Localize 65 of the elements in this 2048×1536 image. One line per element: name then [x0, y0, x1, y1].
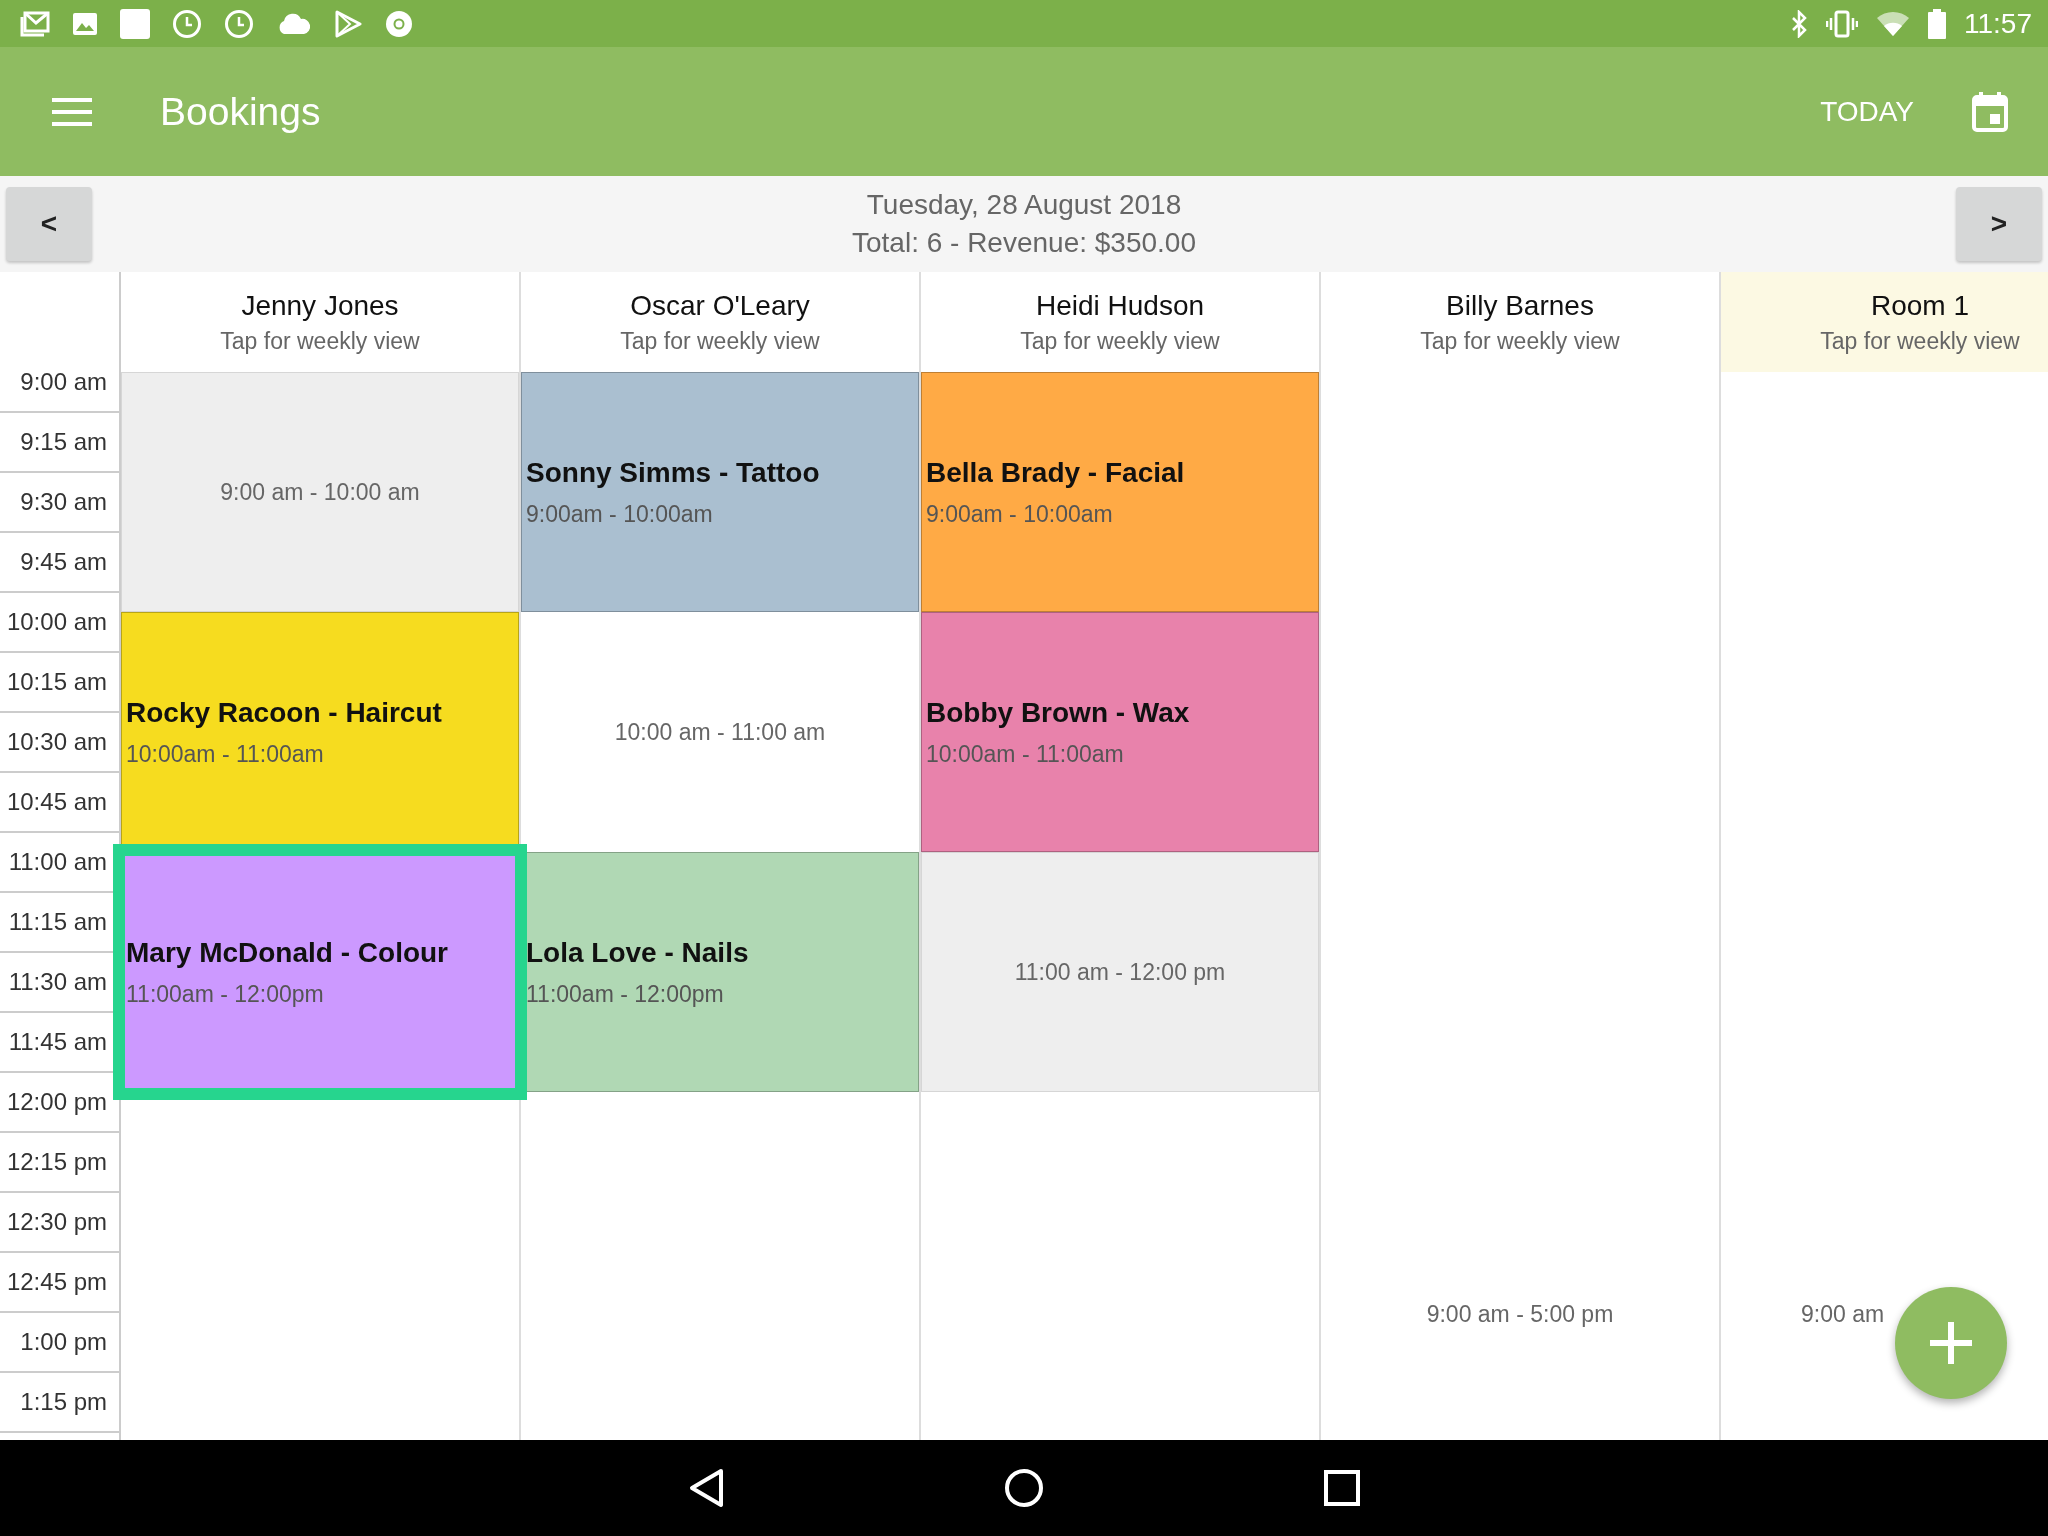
- next-day-button[interactable]: >: [1956, 187, 2042, 261]
- time-label: 12:45 pm: [0, 1253, 119, 1313]
- day-summary: Total: 6 - Revenue: $350.00: [852, 227, 1196, 259]
- time-label: 12:30 pm: [0, 1193, 119, 1253]
- column-name: Billy Barnes: [1446, 289, 1594, 322]
- slot-time: 10:00 am - 11:00 am: [614, 718, 826, 746]
- plus-icon: [1930, 1322, 1972, 1364]
- booking-time: 9:00am - 10:00am: [926, 500, 1113, 528]
- booking-time: 10:00am - 11:00am: [126, 740, 324, 768]
- time-label: 10:15 am: [0, 653, 119, 713]
- recents-icon[interactable]: [1324, 1470, 1360, 1506]
- booking-title: Sonny Simms - Tattoo: [526, 456, 820, 489]
- back-icon[interactable]: [688, 1468, 724, 1508]
- weekly-view-hint: Tap for weekly view: [1420, 327, 1620, 355]
- time-label: 9:00 am: [0, 353, 119, 413]
- booking-time: 11:00am - 12:00pm: [526, 980, 724, 1008]
- previous-day-button[interactable]: <: [6, 187, 92, 261]
- mail-icon: [20, 10, 50, 37]
- weekly-view-hint: Tap for weekly view: [620, 327, 820, 355]
- booking-title: Bobby Brown - Wax: [926, 696, 1190, 729]
- slot-time: 9:00 am - 10:00 am: [220, 478, 420, 506]
- weekly-view-hint: Tap for weekly view: [1820, 327, 2020, 355]
- booking-card[interactable]: Sonny Simms - Tattoo 9:00am - 10:00am: [521, 372, 919, 612]
- booking-title: Rocky Racoon - Haircut: [126, 696, 442, 729]
- column-name: Jenny Jones: [241, 289, 399, 322]
- free-slot[interactable]: 11:00 am - 12:00 pm: [921, 852, 1319, 1092]
- image-icon: [72, 11, 98, 36]
- wifi-icon: [1876, 10, 1910, 37]
- column-name: Heidi Hudson: [1035, 289, 1205, 322]
- slot-time: 9:00 am - 5:00 pm: [1426, 1300, 1614, 1328]
- time-label: 9:45 am: [0, 533, 119, 593]
- booking-card[interactable]: Bella Brady - Facial 9:00am - 10:00am: [921, 372, 1319, 612]
- time-label: 12:15 pm: [0, 1133, 119, 1193]
- weekly-view-hint: Tap for weekly view: [220, 327, 420, 355]
- bluetooth-icon: [1790, 9, 1808, 38]
- vibrate-icon: [1826, 9, 1858, 38]
- square-icon: [120, 8, 150, 39]
- time-label: 1:15 pm: [0, 1373, 119, 1433]
- free-slot[interactable]: 9:00 am - 10:00 am: [121, 372, 519, 612]
- booking-title: Bella Brady - Facial: [926, 456, 1185, 489]
- slot-time: 9:00 am: [1801, 1300, 1885, 1328]
- weekly-view-hint: Tap for weekly view: [1020, 327, 1220, 355]
- column-header[interactable]: Room 1 Tap for weekly view: [1721, 272, 2048, 372]
- column-name: Oscar O'Leary: [630, 289, 810, 322]
- booking-time: 9:00am - 10:00am: [526, 500, 713, 528]
- clock-icon: [224, 8, 254, 39]
- clock-time: 11:57: [1964, 7, 2032, 40]
- slot-time: 11:00 am - 12:00 pm: [1014, 958, 1226, 986]
- time-label: 10:45 am: [0, 773, 119, 833]
- time-label: 9:30 am: [0, 473, 119, 533]
- booking-card[interactable]: Bobby Brown - Wax 10:00am - 11:00am: [921, 612, 1319, 852]
- time-label: 1:00 pm: [0, 1313, 119, 1373]
- column-name: Room 1: [1870, 289, 1969, 322]
- booking-title: Lola Love - Nails: [526, 936, 749, 969]
- time-label: 9:15 am: [0, 413, 119, 473]
- app-title: Bookings: [160, 89, 321, 134]
- clock-icon: [172, 8, 202, 39]
- time-label: 10:30 am: [0, 713, 119, 773]
- booking-time: 10:00am - 11:00am: [926, 740, 1124, 768]
- home-icon[interactable]: [1004, 1468, 1044, 1508]
- time-label: 10:00 am: [0, 593, 119, 653]
- battery-icon: [1928, 8, 1946, 39]
- booking-title: Mary McDonald - Colour: [126, 936, 448, 969]
- booking-time: 11:00am - 12:00pm: [126, 980, 324, 1008]
- date-label: Tuesday, 28 August 2018: [866, 189, 1182, 221]
